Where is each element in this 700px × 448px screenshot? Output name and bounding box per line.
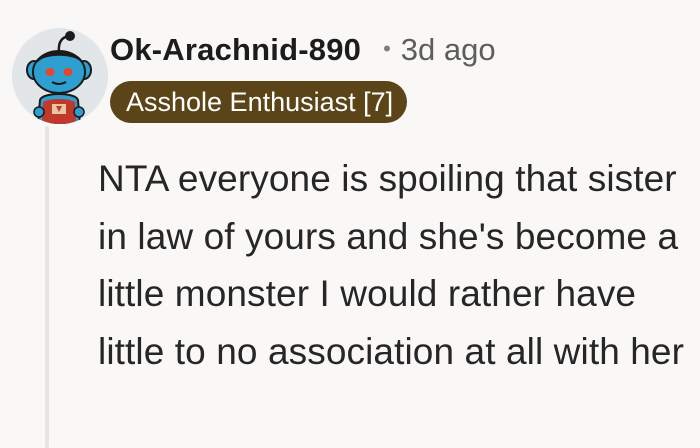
comment: Ok-Arachnid-890 • 3d ago Asshole Enthusi… xyxy=(0,0,700,448)
snoo-avatar-icon xyxy=(12,28,108,124)
user-avatar[interactable] xyxy=(12,28,108,124)
comment-header: Ok-Arachnid-890 • 3d ago xyxy=(110,27,496,73)
thread-line[interactable] xyxy=(45,126,49,448)
comment-timestamp[interactable]: 3d ago xyxy=(401,32,496,68)
user-flair: Asshole Enthusiast [7] xyxy=(110,81,408,123)
separator-dot: • xyxy=(383,36,391,61)
username-link[interactable]: Ok-Arachnid-890 xyxy=(110,32,361,68)
comment-body: NTA everyone is spoiling that sister in … xyxy=(98,158,685,372)
